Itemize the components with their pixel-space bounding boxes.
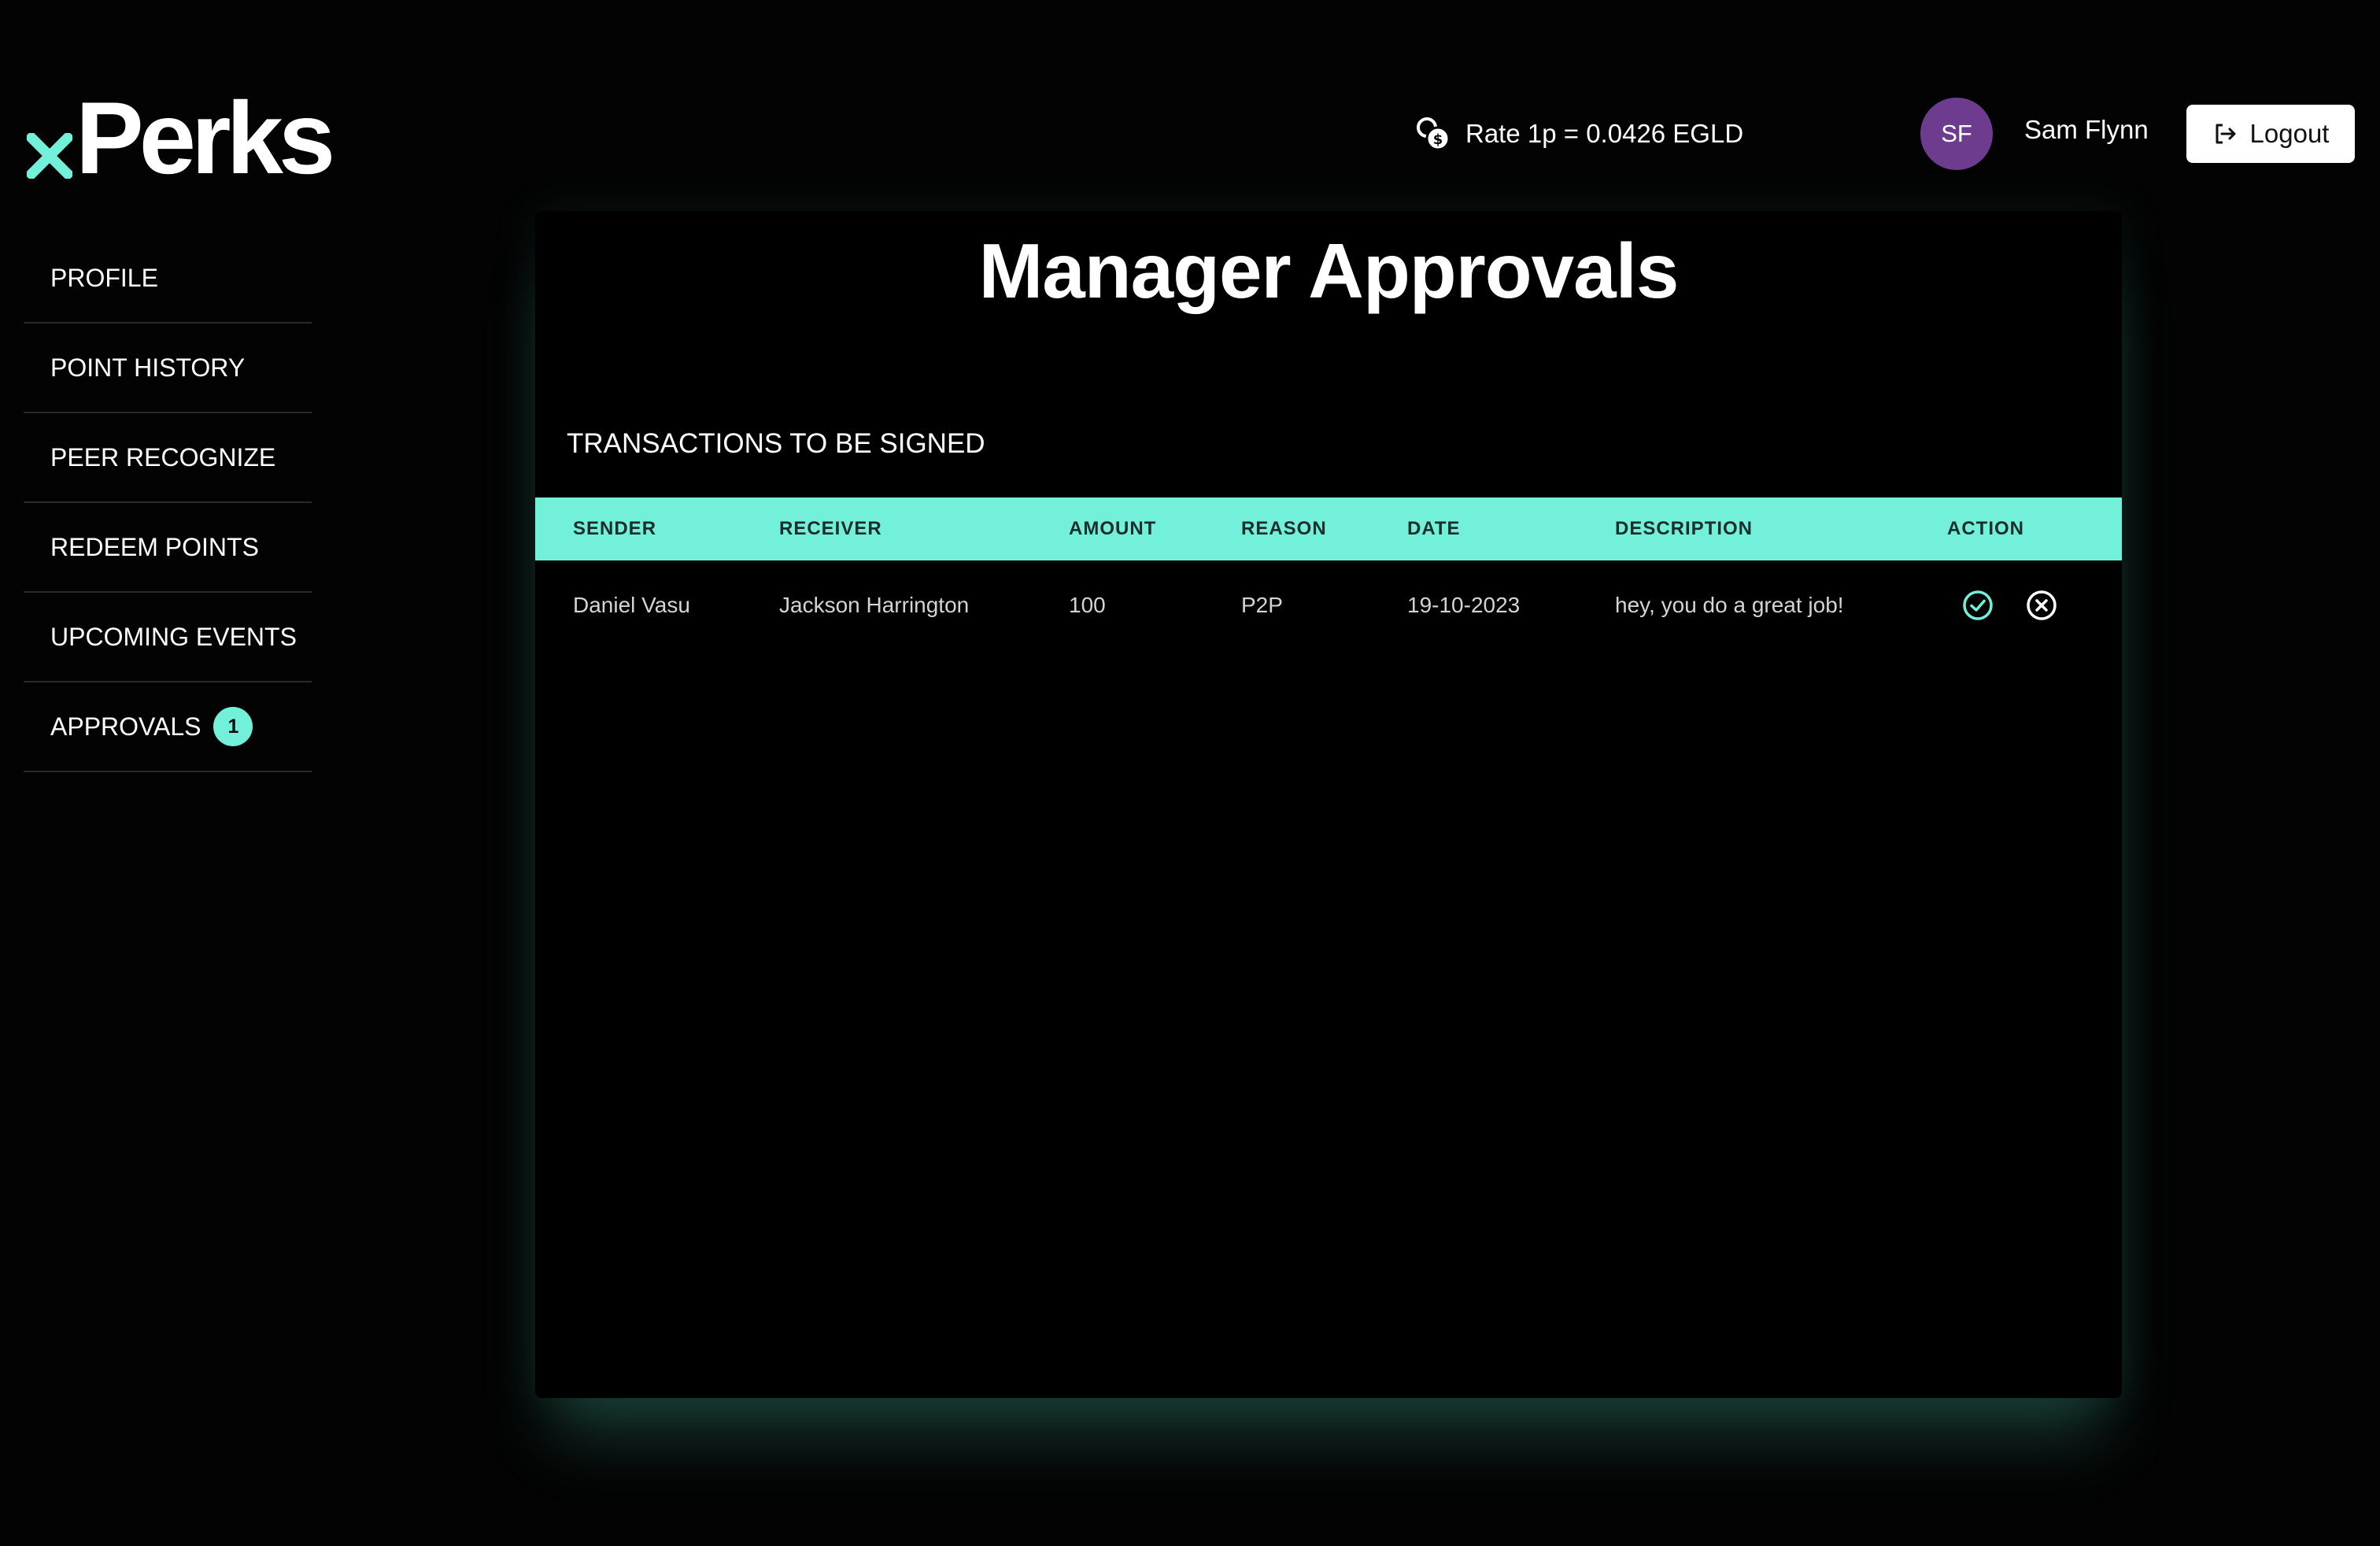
page-title: Manager Approvals	[978, 227, 1680, 314]
svg-text:$: $	[1433, 131, 1443, 148]
transactions-table: SENDER RECEIVER AMOUNT REASON DATE DESCR…	[535, 497, 2122, 650]
cell-reason: P2P	[1241, 593, 1283, 617]
column-header-description: DESCRIPTION	[1615, 518, 1754, 539]
reject-button[interactable]	[2025, 589, 2058, 622]
avatar[interactable]: SF	[1920, 98, 1993, 170]
logout-label: Logout	[2249, 119, 2330, 148]
logout-button[interactable]: Logout	[2186, 105, 2355, 163]
sidebar-item-label: APPROVALS	[50, 712, 201, 741]
cell-receiver: Jackson Harrington	[779, 593, 970, 617]
sidebar-item-label: REDEEM POINTS	[50, 532, 259, 561]
approve-button[interactable]	[1961, 589, 1994, 622]
coins-icon: $	[1414, 114, 1453, 153]
approvals-panel: Manager Approvals TRANSACTIONS TO BE SIG…	[535, 211, 2122, 1398]
exchange-rate: $ Rate 1p = 0.0426 EGLD	[1414, 110, 1743, 157]
xperks-logo[interactable]: Perks	[27, 80, 335, 195]
sidebar-nav: PROFILE POINT HISTORY PEER RECOGNIZE RED…	[24, 234, 312, 772]
sidebar-item-label: PROFILE	[50, 263, 158, 292]
sidebar-item-label: POINT HISTORY	[50, 353, 246, 382]
sidebar-item-label: PEER RECOGNIZE	[50, 442, 276, 472]
sidebar-item-redeem-points[interactable]: REDEEM POINTS	[24, 503, 312, 593]
cell-amount: 100	[1069, 593, 1106, 617]
cell-description: hey, you do a great job!	[1615, 593, 1844, 617]
rate-text: Rate 1p = 0.0426 EGLD	[1465, 119, 1744, 148]
sidebar-item-upcoming-events[interactable]: UPCOMING EVENTS	[24, 593, 312, 682]
x-circle-icon	[2027, 590, 2057, 620]
logout-icon	[2212, 121, 2238, 146]
avatar-initials: SF	[1941, 120, 1972, 147]
app-page: Perks $ Rate 1p = 0.0426 EGLD SF Sam Fly…	[0, 0, 2380, 1546]
user-name: Sam Flynn	[2024, 115, 2149, 144]
column-header-receiver: RECEIVER	[779, 518, 882, 539]
sidebar-item-peer-recognize[interactable]: PEER RECOGNIZE	[24, 413, 312, 503]
column-header-action: ACTION	[1947, 518, 2024, 539]
table-header: SENDER RECEIVER AMOUNT REASON DATE DESCR…	[535, 497, 2122, 560]
sidebar-item-profile[interactable]: PROFILE	[24, 234, 312, 324]
table-row: Daniel Vasu Jackson Harrington 100 P2P 1…	[535, 560, 2122, 650]
x-logo-mark-icon	[27, 133, 72, 179]
check-circle-icon	[1963, 590, 1993, 620]
cell-sender: Daniel Vasu	[573, 593, 690, 617]
cell-date: 19-10-2023	[1407, 593, 1521, 617]
column-header-date: DATE	[1407, 518, 1461, 539]
section-title: TRANSACTIONS TO BE SIGNED	[567, 428, 985, 459]
sidebar-item-approvals[interactable]: APPROVALS 1	[24, 682, 312, 772]
column-header-reason: REASON	[1241, 518, 1327, 539]
logo-text: Perks	[76, 80, 335, 195]
column-header-amount: AMOUNT	[1069, 518, 1157, 539]
column-header-sender: SENDER	[573, 518, 657, 539]
sidebar-item-point-history[interactable]: POINT HISTORY	[24, 324, 312, 413]
sidebar-item-label: UPCOMING EVENTS	[50, 622, 297, 651]
approvals-count-badge: 1	[213, 707, 253, 746]
